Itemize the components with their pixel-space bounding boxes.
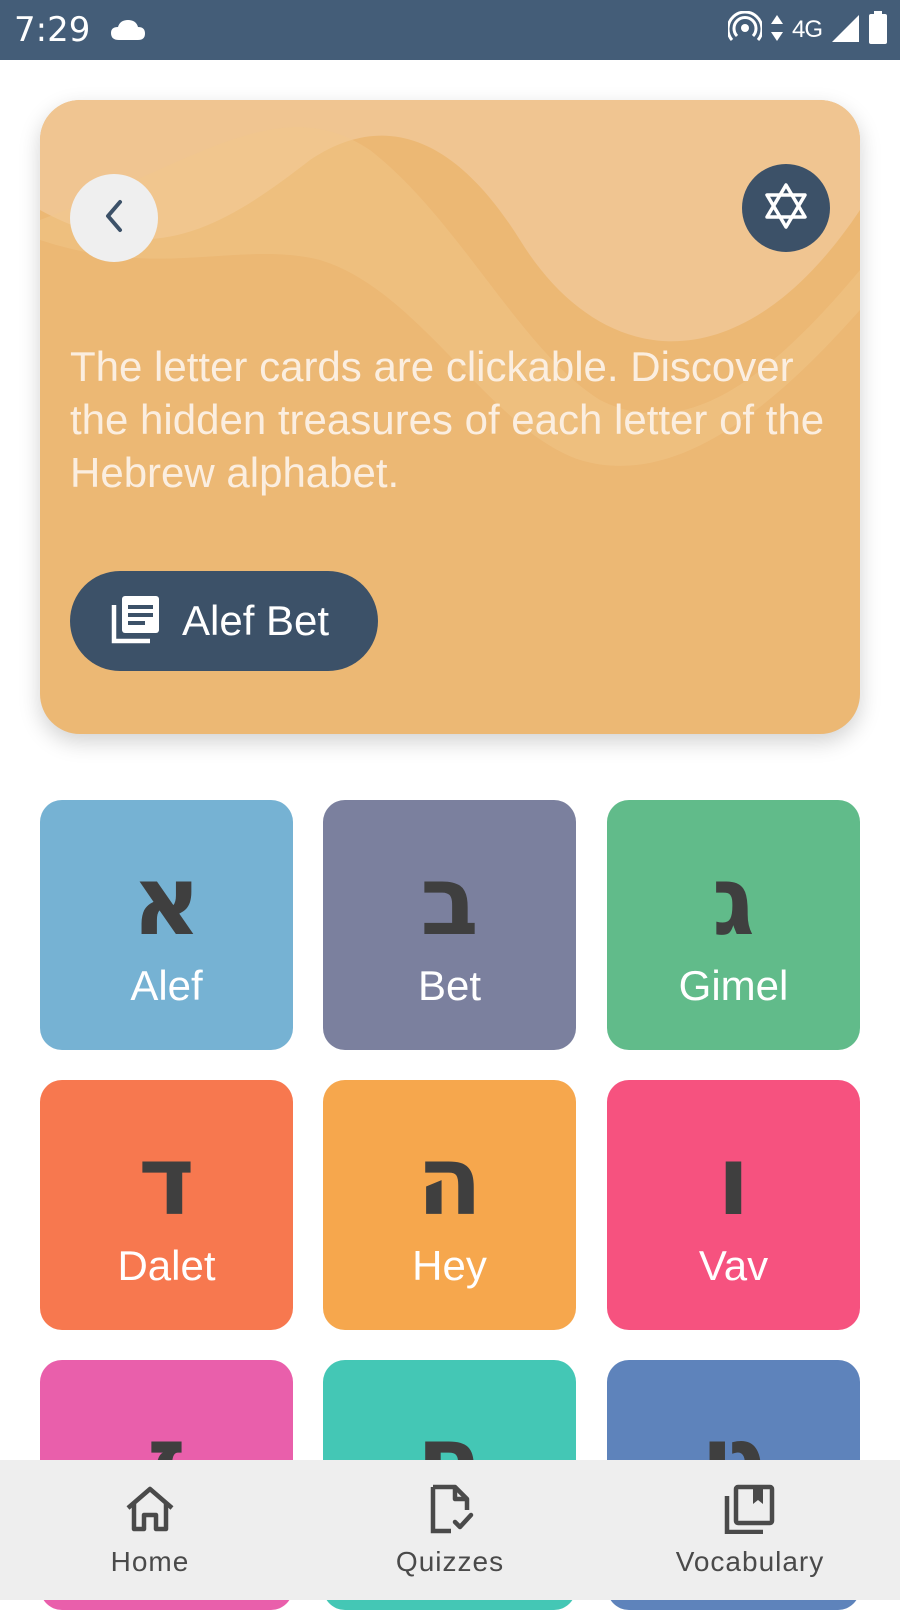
cloud-icon (110, 18, 146, 46)
back-button[interactable] (70, 174, 158, 262)
letter-name: Bet (417, 962, 482, 1009)
letter-name: Alef (130, 962, 203, 1009)
letter-name: Gimel (678, 962, 789, 1009)
status-time: 7:29 (14, 10, 91, 50)
library-books-icon (110, 593, 162, 649)
back-chevron-icon (101, 198, 127, 238)
letter-card-vav[interactable]: ו Vav (607, 1080, 860, 1330)
data-arrows-icon (770, 13, 784, 47)
quiz-icon (423, 1484, 477, 1538)
star-badge[interactable] (742, 164, 830, 252)
bottom-navigation: Home Quizzes Vocabulary (0, 1460, 900, 1600)
signal-icon (830, 13, 860, 47)
battery-icon (868, 11, 888, 49)
letter-glyph: ד (138, 1125, 195, 1237)
home-icon (123, 1484, 177, 1538)
letter-glyph: ג (712, 845, 755, 957)
hero-description: The letter cards are clickable. Discover… (70, 343, 825, 496)
nav-item-vocabulary[interactable]: Vocabulary (600, 1460, 900, 1600)
letter-card-dalet[interactable]: ד Dalet (40, 1080, 293, 1330)
letter-name: Hey (412, 1242, 487, 1289)
letter-glyph: ה (416, 1125, 483, 1237)
star-of-david-icon (761, 181, 811, 235)
network-type: 4G (791, 16, 823, 43)
status-bar: 7:29 4G (0, 0, 900, 60)
letter-glyph: ב (420, 845, 479, 957)
letter-card-alef[interactable]: א Alef (40, 800, 293, 1050)
status-icons: 4G (726, 10, 888, 49)
nav-label-home: Home (110, 1546, 190, 1577)
nav-label-vocabulary: Vocabulary (675, 1546, 825, 1577)
letter-glyph: א (131, 845, 202, 957)
alef-bet-button-label: Alef Bet (182, 597, 330, 644)
nav-label-quizzes: Quizzes (395, 1546, 505, 1577)
alef-bet-button[interactable]: Alef Bet (70, 571, 378, 671)
vocabulary-icon (723, 1484, 777, 1538)
hero-card: The letter cards are clickable. Discover… (40, 100, 860, 734)
nav-item-quizzes[interactable]: Quizzes (300, 1460, 600, 1600)
nav-item-home[interactable]: Home (0, 1460, 300, 1600)
letter-name: Dalet (117, 1242, 216, 1289)
letter-card-gimel[interactable]: ג Gimel (607, 800, 860, 1050)
letter-glyph: ו (717, 1125, 750, 1237)
hotspot-icon (726, 10, 764, 49)
letter-name: Vav (698, 1242, 769, 1289)
letter-card-hey[interactable]: ה Hey (323, 1080, 576, 1330)
letter-card-bet[interactable]: ב Bet (323, 800, 576, 1050)
